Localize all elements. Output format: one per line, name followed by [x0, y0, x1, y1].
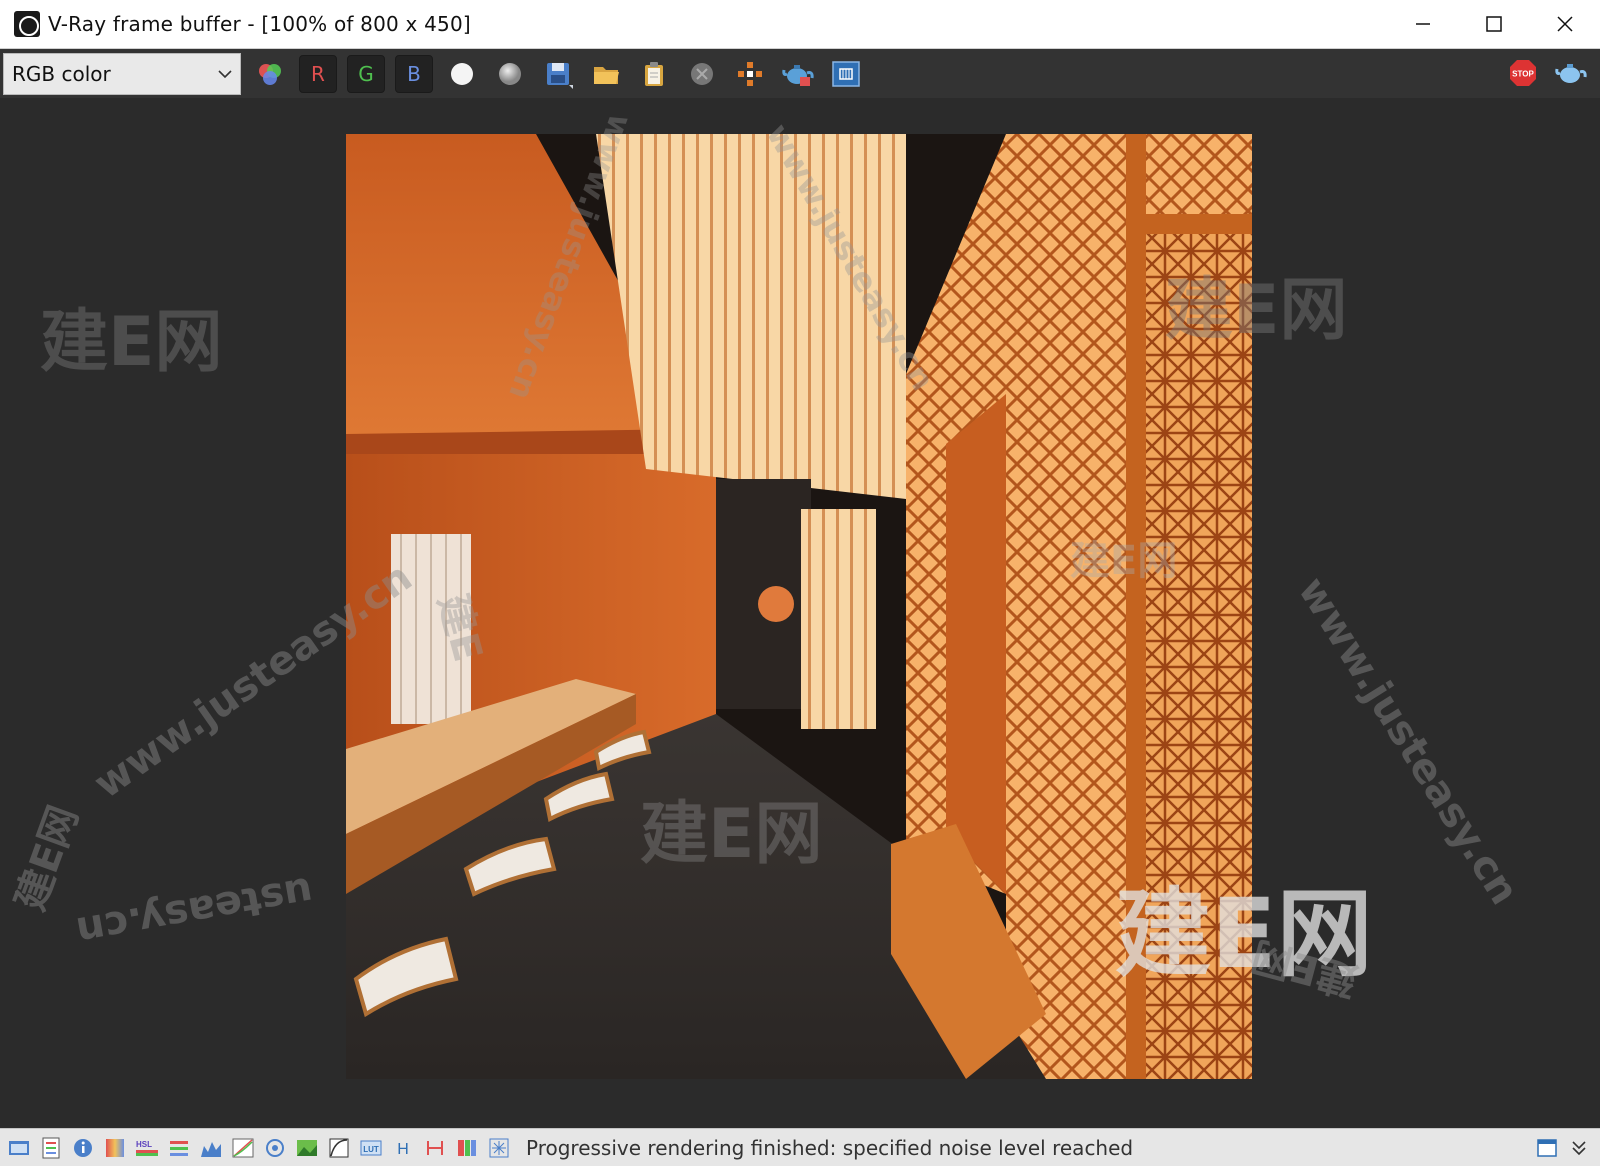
- save-icon: [547, 62, 573, 89]
- h-label: H: [397, 1141, 409, 1158]
- stop-button[interactable]: STOP: [1504, 54, 1542, 92]
- watermark-brand-left: 建E网: [40, 303, 223, 382]
- channel-b-button[interactable]: B: [395, 54, 433, 93]
- mono-white-icon: [451, 62, 473, 85]
- toolbar-right: STOP: [1494, 54, 1590, 92]
- clipboard-icon: [645, 61, 663, 86]
- h-icon[interactable]: H: [390, 1135, 416, 1161]
- status-message: Progressive rendering finished: specifie…: [526, 1135, 1134, 1160]
- mono-white-button[interactable]: [443, 55, 481, 93]
- window-title: V-Ray frame buffer - [100% of 800 x 450]: [48, 12, 471, 36]
- render-teapot-button[interactable]: [779, 55, 817, 93]
- panel-toggle-icon[interactable]: [1534, 1135, 1560, 1161]
- channel-select[interactable]: RGB color: [3, 52, 241, 95]
- color-correction-icon[interactable]: [102, 1135, 128, 1161]
- hsl-icon[interactable]: HSL: [134, 1135, 160, 1161]
- maximize-icon: [1485, 16, 1502, 32]
- history-icon[interactable]: [38, 1135, 64, 1161]
- clear-button[interactable]: [683, 55, 721, 93]
- render-scene: [346, 134, 1252, 1079]
- render-teapot-icon: [782, 64, 814, 86]
- clear-icon: [691, 62, 713, 85]
- channel-g-button[interactable]: G: [347, 54, 385, 93]
- lut-icon[interactable]: LUT: [358, 1135, 384, 1161]
- chevron-down-icon: [218, 69, 232, 78]
- close-icon: [1556, 16, 1573, 32]
- window-controls: [1387, 0, 1600, 48]
- vray-logo-icon: [14, 11, 40, 37]
- lens-effects-icon[interactable]: [486, 1135, 512, 1161]
- lut-label: LUT: [363, 1145, 379, 1154]
- curves-icon[interactable]: [230, 1135, 256, 1161]
- compare-icon[interactable]: [422, 1135, 448, 1161]
- open-icon: [594, 66, 619, 84]
- title-bar: V-Ray frame buffer - [100% of 800 x 450]: [0, 0, 1600, 49]
- info-icon[interactable]: [70, 1135, 96, 1161]
- levels-icon[interactable]: [166, 1135, 192, 1161]
- teapot-icon: [1555, 64, 1587, 83]
- exposure-icon[interactable]: [262, 1135, 288, 1161]
- render-viewport[interactable]: 建E网 建E网 建E网 建E网 建E网 建E网 建E网 建E 建E网 www.j…: [0, 98, 1600, 1128]
- stop-label: STOP: [1512, 70, 1534, 79]
- teapot-button[interactable]: [1552, 54, 1590, 92]
- minimize-button[interactable]: [1387, 0, 1458, 48]
- stop-icon: STOP: [1510, 60, 1536, 86]
- ab-compare-icon[interactable]: [454, 1135, 480, 1161]
- region-icon: [832, 60, 860, 87]
- toolbar: RGB color R G B STOP: [0, 49, 1600, 98]
- channels-button[interactable]: [251, 55, 289, 93]
- track-mouse-icon: [738, 61, 762, 86]
- curve-editor-icon[interactable]: [326, 1135, 352, 1161]
- open-button[interactable]: [587, 55, 625, 93]
- channel-b-label: B: [407, 61, 421, 86]
- watermark-site-right: www.justeasy.cn: [1288, 569, 1528, 913]
- maximize-button[interactable]: [1458, 0, 1529, 48]
- channel-r-label: R: [311, 61, 325, 86]
- track-mouse-button[interactable]: [731, 55, 769, 93]
- region-button[interactable]: [827, 55, 865, 93]
- rendered-image: [346, 134, 1252, 1079]
- channel-r-button[interactable]: R: [299, 54, 337, 93]
- minimize-icon: [1415, 23, 1430, 25]
- mono-gray-icon: [499, 62, 521, 85]
- channel-g-label: G: [358, 61, 374, 86]
- mono-gray-button[interactable]: [491, 55, 529, 93]
- watermark-brand-vertical: 建E网: [7, 800, 88, 917]
- watermark-site-left-flipped: usteasy.cn: [72, 867, 317, 955]
- hsl-label: HSL: [136, 1140, 152, 1149]
- status-right: [1528, 1135, 1592, 1161]
- close-button[interactable]: [1529, 0, 1600, 48]
- channels-icon: [259, 63, 281, 85]
- save-button[interactable]: [539, 55, 577, 93]
- histogram-icon[interactable]: [198, 1135, 224, 1161]
- status-bar: HSL LUT H Progressive rendering finished…: [0, 1128, 1600, 1166]
- background-image-icon[interactable]: [294, 1135, 320, 1161]
- display-icon[interactable]: [6, 1135, 32, 1161]
- clipboard-button[interactable]: [635, 55, 673, 93]
- collapse-down-icon[interactable]: [1566, 1135, 1592, 1161]
- channel-select-value: RGB color: [12, 61, 111, 86]
- watermark-brand-flipped: 建E网: [1246, 932, 1363, 1005]
